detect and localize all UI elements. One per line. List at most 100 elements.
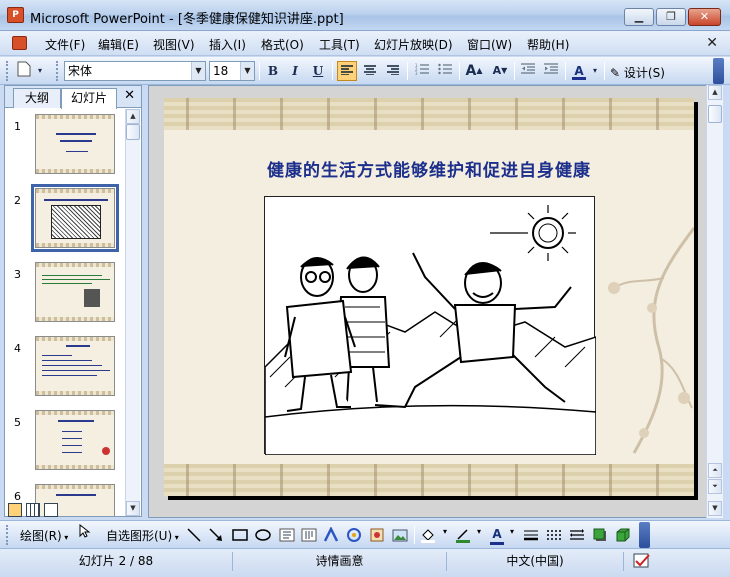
next-slide-icon[interactable]: ⏷ bbox=[708, 479, 722, 494]
arrow-tool-icon[interactable] bbox=[208, 527, 224, 543]
menu-insert[interactable]: 插入(I) bbox=[209, 36, 246, 53]
close-button[interactable]: ✕ bbox=[688, 8, 721, 26]
minimize-button[interactable]: ▁ bbox=[624, 8, 654, 26]
powerpoint-app-icon[interactable]: P bbox=[7, 7, 24, 23]
fill-color-icon[interactable] bbox=[420, 527, 436, 543]
chevron-down-icon[interactable]: ▾ bbox=[510, 527, 518, 543]
chevron-down-icon[interactable]: ▾ bbox=[443, 527, 451, 543]
draw-menu-button[interactable]: 绘图(R) ▾ bbox=[20, 527, 68, 544]
toolbar-grip[interactable] bbox=[6, 525, 9, 545]
font-color-icon[interactable]: A bbox=[489, 527, 505, 545]
wordart-icon[interactable] bbox=[323, 526, 339, 543]
font-name-combo[interactable]: 宋体 ▼ bbox=[64, 61, 206, 81]
thumb-frieze bbox=[36, 263, 114, 267]
exercise-cartoon-image[interactable] bbox=[264, 196, 597, 456]
design-button[interactable]: ✎ 设计(S) bbox=[610, 64, 665, 81]
insert-picture-icon[interactable] bbox=[392, 527, 408, 543]
thumbnails-scrollbar[interactable]: ▲ ▼ bbox=[125, 109, 140, 516]
maximize-button[interactable]: ❐ bbox=[656, 8, 686, 26]
vertical-text-box-icon[interactable] bbox=[301, 527, 317, 543]
oval-tool-icon[interactable] bbox=[255, 527, 271, 543]
thumb-frieze bbox=[36, 243, 114, 247]
slide-thumbnail-1[interactable] bbox=[35, 114, 115, 174]
separator bbox=[514, 62, 515, 80]
spelling-check-icon[interactable] bbox=[632, 552, 652, 570]
menu-window[interactable]: 窗口(W) bbox=[467, 36, 512, 53]
chevron-down-icon[interactable]: ▾ bbox=[590, 61, 600, 81]
close-panel-icon[interactable]: ✕ bbox=[124, 88, 135, 103]
menu-edit[interactable]: 编辑(E) bbox=[98, 36, 139, 53]
select-objects-icon[interactable] bbox=[75, 523, 95, 544]
chevron-down-icon[interactable]: ▾ bbox=[477, 527, 485, 543]
slide-sorter-view-icon[interactable] bbox=[26, 503, 40, 517]
menu-tools[interactable]: 工具(T) bbox=[319, 36, 360, 53]
slideshow-view-icon[interactable] bbox=[44, 503, 58, 517]
decrease-indent-icon[interactable] bbox=[518, 61, 538, 81]
new-document-icon[interactable] bbox=[14, 61, 34, 81]
line-style-icon[interactable] bbox=[523, 527, 539, 543]
scroll-down-icon[interactable]: ▼ bbox=[126, 501, 140, 516]
toolbar-options-arrow[interactable]: ▾ bbox=[34, 61, 46, 81]
italic-button[interactable]: I bbox=[285, 61, 305, 81]
previous-slide-icon[interactable]: ⏶ bbox=[708, 463, 722, 478]
font-color-button[interactable]: A bbox=[569, 61, 589, 81]
scroll-down-icon[interactable]: ▼ bbox=[708, 501, 722, 516]
toolbar-options-button[interactable] bbox=[639, 522, 650, 548]
normal-view-icon[interactable] bbox=[8, 503, 22, 517]
diagram-icon[interactable] bbox=[346, 527, 362, 543]
formatting-toolbar: ▾ 宋体 ▼ 18 ▼ B I U 123 A▲ A▼ A ▾ ✎ 设计(S) bbox=[0, 57, 730, 85]
menu-file[interactable]: 文件(F) bbox=[45, 36, 85, 53]
toolbar-grip[interactable] bbox=[6, 61, 9, 81]
shadow-style-icon[interactable] bbox=[592, 527, 608, 543]
scrollbar-thumb[interactable] bbox=[126, 124, 140, 140]
menu-format[interactable]: 格式(O) bbox=[261, 36, 304, 53]
menu-view[interactable]: 视图(V) bbox=[153, 36, 195, 53]
bold-button[interactable]: B bbox=[263, 61, 283, 81]
chevron-down-icon[interactable]: ▼ bbox=[240, 62, 254, 80]
slide-title[interactable]: 健康的生活方式能够维护和促进自身健康 bbox=[164, 156, 694, 181]
3d-style-icon[interactable] bbox=[615, 527, 631, 543]
autoshapes-menu-button[interactable]: 自选图形(U) ▾ bbox=[106, 527, 179, 544]
align-left-icon[interactable] bbox=[337, 61, 357, 81]
align-right-icon[interactable] bbox=[383, 61, 403, 81]
bullet-list-icon[interactable] bbox=[435, 61, 455, 81]
clip-art-icon[interactable] bbox=[369, 527, 385, 543]
thumb-text-line bbox=[62, 438, 82, 439]
grow-font-button[interactable]: A▲ bbox=[464, 61, 484, 81]
dash-style-icon[interactable] bbox=[546, 527, 562, 543]
underline-button[interactable]: U bbox=[308, 61, 328, 81]
slide-thumbnail-4[interactable] bbox=[35, 336, 115, 396]
slide-thumbnail-3[interactable] bbox=[35, 262, 115, 322]
toolbar-options-button[interactable] bbox=[713, 58, 724, 84]
slide-thumbnail-5[interactable] bbox=[35, 410, 115, 470]
text-box-icon[interactable] bbox=[279, 527, 295, 543]
numbered-list-icon[interactable]: 123 bbox=[412, 61, 432, 81]
scroll-up-icon[interactable]: ▲ bbox=[126, 109, 140, 124]
toolbar-grip[interactable] bbox=[56, 61, 59, 81]
language-status: 中文(中国) bbox=[447, 552, 624, 571]
line-tool-icon[interactable] bbox=[186, 527, 202, 543]
thumb-text-line bbox=[42, 279, 110, 280]
slide-number: 2 bbox=[14, 194, 21, 207]
increase-indent-icon[interactable] bbox=[541, 61, 561, 81]
arrow-style-icon[interactable] bbox=[569, 527, 585, 543]
thumb-frieze bbox=[36, 169, 114, 173]
font-size-combo[interactable]: 18 ▼ bbox=[209, 61, 255, 81]
document-menu-icon[interactable] bbox=[12, 36, 27, 50]
rectangle-tool-icon[interactable] bbox=[232, 527, 248, 543]
line-color-icon[interactable] bbox=[455, 527, 471, 543]
chevron-down-icon[interactable]: ▼ bbox=[191, 62, 205, 80]
align-center-icon[interactable] bbox=[360, 61, 380, 81]
slide-thumbnail-2[interactable] bbox=[31, 184, 119, 252]
slide-scrollbar[interactable]: ▲ ⏶ ⏷ ▼ bbox=[706, 85, 723, 518]
tab-outline[interactable]: 大纲 bbox=[13, 88, 61, 108]
scrollbar-thumb[interactable] bbox=[708, 105, 722, 123]
thumb-text-line bbox=[42, 355, 72, 356]
tab-slides[interactable]: 幻灯片 bbox=[61, 88, 117, 109]
shrink-font-button[interactable]: A▼ bbox=[490, 61, 510, 81]
document-close-icon[interactable]: ✕ bbox=[706, 35, 718, 51]
scroll-up-icon[interactable]: ▲ bbox=[708, 85, 722, 100]
menu-help[interactable]: 帮助(H) bbox=[527, 36, 569, 53]
current-slide[interactable]: 健康的生活方式能够维护和促进自身健康 bbox=[164, 98, 694, 496]
menu-slideshow[interactable]: 幻灯片放映(D) bbox=[374, 36, 453, 53]
